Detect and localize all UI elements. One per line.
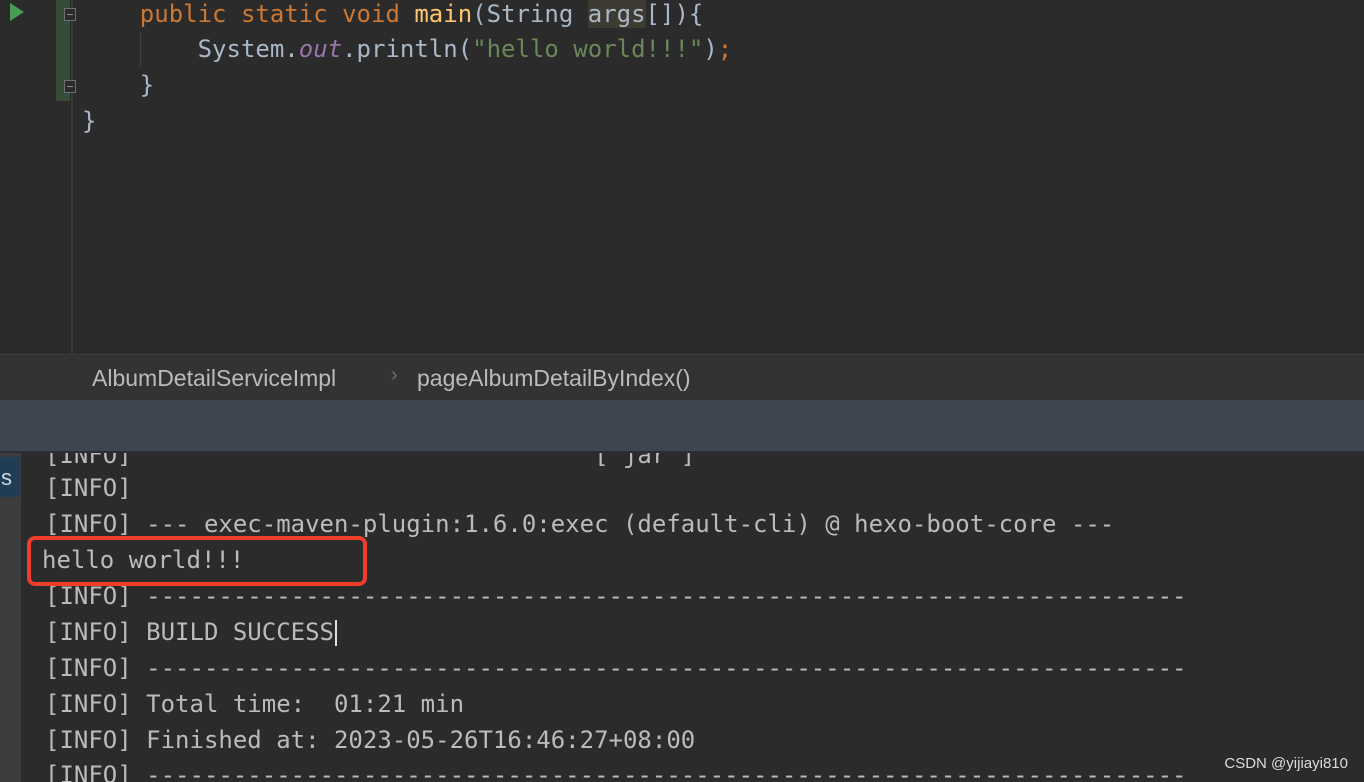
code-line: public static void main(String args[]){ — [82, 0, 703, 32]
code-text: (String — [472, 0, 588, 28]
code-editor[interactable]: public static void main(String args[]){ … — [0, 0, 1364, 354]
tool-window-header[interactable] — [0, 400, 1364, 452]
code-text: .println( — [342, 35, 473, 63]
console-line: [INFO] [ jar ] — [45, 453, 696, 469]
fold-end-icon[interactable] — [64, 80, 76, 93]
gutter-divider — [71, 0, 73, 354]
code-text: ) — [703, 35, 718, 63]
code-text: } — [139, 71, 155, 99]
keyword: static — [240, 0, 328, 28]
static-field: out — [298, 35, 343, 63]
breadcrumb-item-method[interactable]: pageAlbumDetailByIndex() — [417, 365, 691, 391]
run-icon[interactable] — [10, 3, 24, 21]
console-line: [INFO] ---------------------------------… — [45, 654, 1187, 682]
breadcrumb: AlbumDetailServiceImpl › pageAlbumDetail… — [0, 354, 1364, 400]
code-text: } — [82, 107, 97, 135]
chevron-right-icon: › — [391, 364, 398, 386]
parameter-name: args — [587, 0, 646, 28]
method-name: main — [414, 0, 473, 28]
semicolon: ; — [717, 35, 733, 63]
keyword: void — [342, 0, 400, 28]
code-line: } — [82, 103, 96, 139]
watermark: CSDN @yijiayi810 — [1224, 755, 1348, 772]
run-console[interactable]: s [INFO] [ jar ] [INFO] [INFO] --- exec-… — [0, 453, 1364, 782]
console-line: [INFO] Finished at: 2023-05-26T16:46:27+… — [45, 726, 696, 754]
console-line: [INFO] — [45, 474, 132, 502]
console-side-tab-label: s — [1, 465, 12, 490]
console-side-tab[interactable]: s — [0, 457, 20, 497]
fold-icon[interactable] — [64, 8, 76, 21]
console-side-strip: s — [0, 453, 21, 782]
code-line: System.out.println("hello world!!!"); — [82, 31, 733, 67]
console-line: [INFO] ---------------------------------… — [45, 761, 1187, 782]
text-caret — [334, 620, 337, 646]
keyword: public — [139, 0, 227, 28]
console-line-text: [INFO] BUILD SUCCESS — [45, 618, 334, 646]
code-text: []){ — [645, 0, 704, 28]
console-line-build-success: [INFO] BUILD SUCCESS — [45, 614, 337, 650]
code-line: } — [82, 67, 154, 103]
breadcrumb-item-class[interactable]: AlbumDetailServiceImpl — [92, 365, 336, 391]
annotation-highlight-box — [27, 536, 367, 586]
code-text: System. — [197, 35, 299, 63]
string-literal: "hello world!!!" — [472, 35, 704, 63]
console-line: [INFO] Total time: 01:21 min — [45, 690, 465, 718]
